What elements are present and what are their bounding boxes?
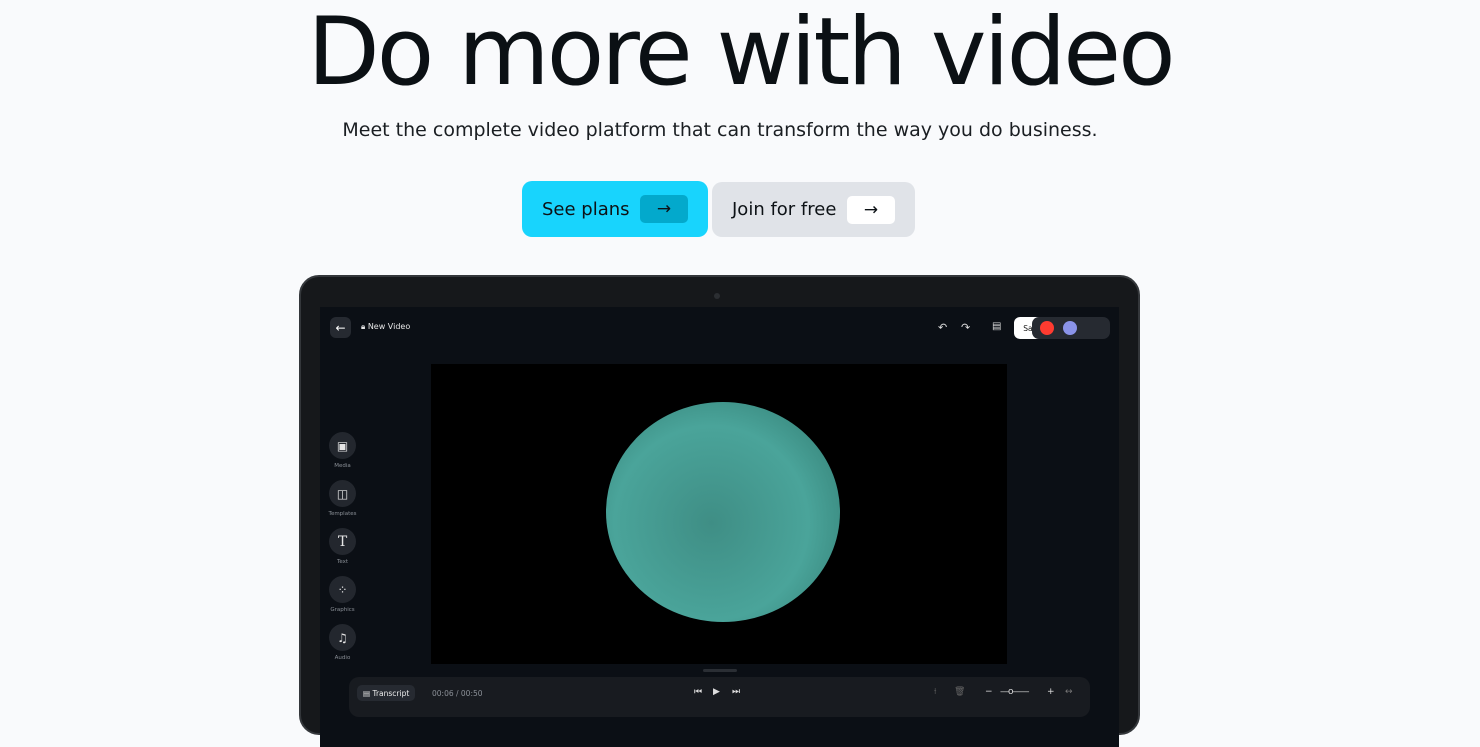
zoom-slider[interactable]: —o—— — [1000, 687, 1029, 697]
video-preview[interactable] — [431, 364, 1007, 664]
sidebar-label: Audio — [334, 655, 351, 661]
redo-icon[interactable]: ↷ — [961, 321, 970, 334]
trash-icon[interactable]: 🗑︎ — [954, 687, 965, 697]
skip-back-icon[interactable]: ⏮ — [694, 687, 702, 697]
sidebar-label: Templates — [328, 511, 357, 517]
arrow-right-icon: → — [640, 195, 688, 223]
comment-icon[interactable]: ▤ — [992, 321, 1001, 332]
transcript-label: Transcript — [372, 688, 410, 698]
text-icon: T — [329, 528, 356, 555]
hero-subtitle: Meet the complete video platform that ca… — [342, 119, 1098, 141]
sidebar-item-audio[interactable]: ♫ Audio — [329, 624, 356, 661]
image-icon: ▣ — [329, 432, 356, 459]
play-icon[interactable]: ▶ — [713, 687, 720, 697]
avatar[interactable] — [1063, 321, 1077, 335]
project-title-text: New Video — [367, 322, 411, 331]
resize-handle[interactable] — [703, 669, 737, 672]
split-icon[interactable]: ⟊ — [934, 687, 936, 697]
sidebar-item-text[interactable]: T Text — [329, 528, 356, 565]
video-editor: ← 🔒︎ New Video ↶ ↷ ▤ Save ▣Media ◫Templa… — [320, 307, 1119, 747]
fit-width-icon[interactable]: ↔ — [1065, 687, 1073, 697]
sidebar-item-graphics[interactable]: ⁘ Graphics — [329, 576, 356, 613]
video-frame-circle — [606, 402, 840, 622]
project-title: 🔒︎ New Video — [361, 322, 410, 332]
arrow-right-icon: → — [847, 196, 895, 224]
laptop-mockup: ← 🔒︎ New Video ↶ ↷ ▤ Save ▣Media ◫Templa… — [299, 275, 1140, 747]
avatar[interactable] — [1040, 321, 1054, 335]
hero-title: Do more with video — [307, 0, 1175, 107]
see-plans-button[interactable]: See plans → — [522, 181, 708, 237]
join-free-label: Join for free — [732, 199, 837, 220]
collaborators[interactable] — [1032, 317, 1110, 339]
sidebar-label: Media — [334, 463, 351, 469]
skip-forward-icon[interactable]: ⏭ — [732, 687, 740, 697]
see-plans-label: See plans — [542, 198, 630, 220]
layout-icon: ◫ — [329, 480, 356, 507]
transcript-button[interactable]: ▤ Transcript — [357, 685, 416, 701]
sidebar-label: Text — [336, 559, 349, 565]
timeline-bar: ▤ Transcript 00:06 / 00:50 ⏮ ▶ ⏭ ⟊ 🗑︎ − … — [349, 677, 1090, 717]
camera — [714, 293, 720, 299]
sidebar-item-media[interactable]: ▣ Media — [329, 432, 356, 469]
playback-time: 00:06 / 00:50 — [432, 689, 483, 698]
shapes-icon: ⁘ — [329, 576, 356, 603]
back-arrow-icon[interactable]: ← — [330, 317, 351, 338]
music-icon: ♫ — [329, 624, 356, 651]
sidebar-label: Graphics — [330, 607, 355, 613]
join-free-button[interactable]: Join for free → — [712, 182, 915, 237]
sidebar-item-templates[interactable]: ◫ Templates — [329, 480, 356, 517]
zoom-out-icon[interactable]: − — [985, 687, 993, 697]
zoom-in-icon[interactable]: + — [1047, 687, 1055, 697]
undo-icon[interactable]: ↶ — [938, 321, 947, 334]
lock-icon: 🔒︎ — [361, 322, 366, 331]
